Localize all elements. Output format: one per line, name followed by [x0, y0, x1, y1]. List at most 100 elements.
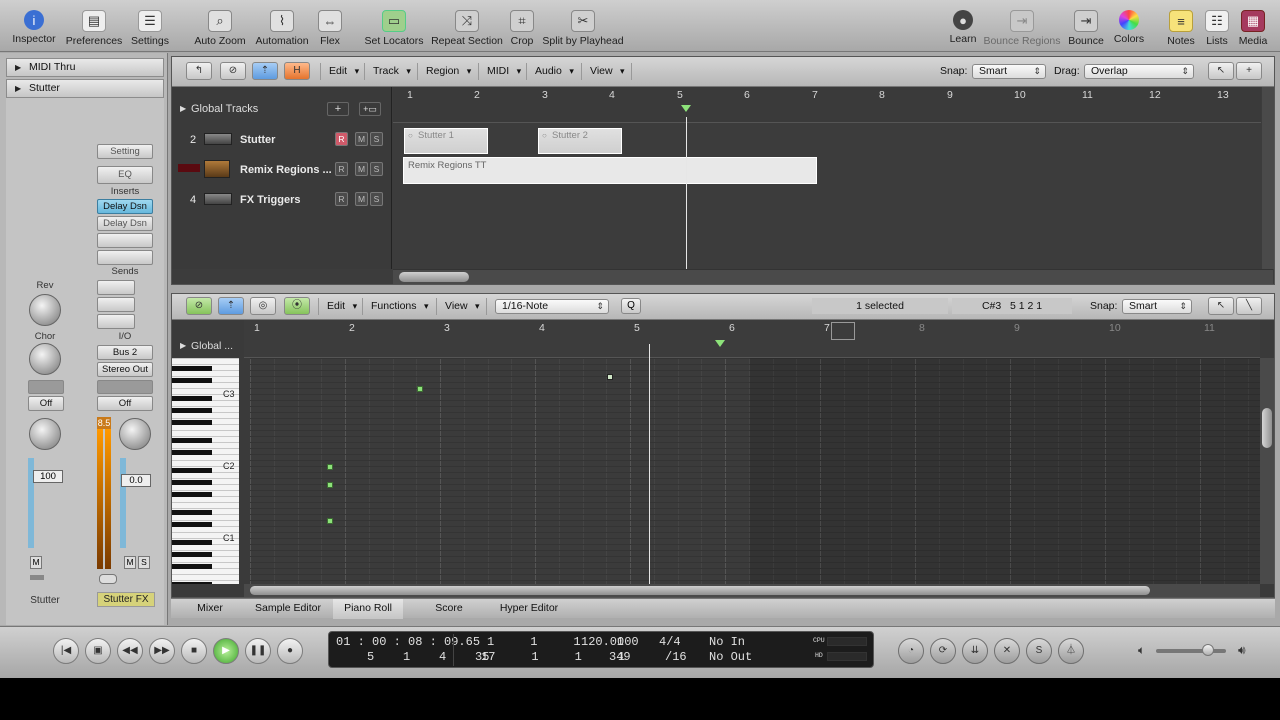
colors-button[interactable]: Colors — [1110, 0, 1148, 52]
record-icon[interactable]: ● — [277, 638, 303, 664]
volume-readout[interactable]: 100 — [33, 470, 63, 483]
track-parameters-row[interactable]: ▶ Stutter — [6, 79, 164, 98]
crop-button[interactable]: ⌗ Crop — [508, 0, 536, 52]
scroll-thumb[interactable] — [1262, 408, 1272, 448]
stop-icon[interactable]: ■ — [181, 638, 207, 664]
punch-icon[interactable]: ✕ — [994, 638, 1020, 664]
quantize-select[interactable]: 1/16-Note — [495, 299, 609, 314]
flex-button[interactable]: ⇔ Flex — [316, 0, 344, 52]
automation-off-button-fx[interactable]: Off — [97, 396, 153, 411]
insert-slot-1[interactable]: Delay Dsn — [97, 199, 153, 214]
solo-button[interactable]: S — [370, 132, 383, 146]
mute-button[interactable]: M — [30, 556, 42, 569]
chor-send-knob[interactable] — [29, 343, 61, 375]
output-slot[interactable] — [28, 380, 64, 394]
edit-menu[interactable]: Edit — [320, 63, 365, 80]
snap-select[interactable]: Smart — [1122, 299, 1192, 314]
send-slot-3[interactable] — [97, 314, 135, 329]
vertical-scrollbar[interactable] — [1262, 87, 1274, 269]
learn-button[interactable]: ● Learn — [948, 0, 978, 52]
scroll-thumb[interactable] — [250, 586, 1150, 595]
lcd-display[interactable]: 01 : 00 : 08 : 09.65 5 1 4 35 1 1 1 1 17… — [328, 631, 874, 668]
group-slot[interactable] — [97, 380, 153, 394]
pause-icon[interactable]: ❚❚ — [245, 638, 271, 664]
midi-note[interactable] — [327, 482, 333, 488]
midi-region[interactable]: ○ Stutter 2 — [538, 128, 622, 154]
view-menu[interactable]: View — [436, 298, 487, 315]
mute-button-fx[interactable]: M — [124, 556, 136, 569]
rewind-icon[interactable]: ◀◀ — [117, 638, 143, 664]
back-button[interactable]: ↰ — [186, 62, 212, 80]
master-volume-slider[interactable] — [1156, 644, 1226, 656]
midi-note-selected[interactable] — [607, 374, 613, 380]
tab-sample-editor[interactable]: Sample Editor — [249, 599, 327, 619]
send-slot-1[interactable] — [97, 280, 135, 295]
send-slot-2[interactable] — [97, 297, 135, 312]
bounce-button[interactable]: ⇥ Bounce — [1066, 0, 1106, 52]
settings-button[interactable]: ☰ Settings — [128, 0, 172, 52]
midi-thru-row[interactable]: ▶ MIDI Thru — [6, 58, 164, 77]
tab-hyper-editor[interactable]: Hyper Editor — [493, 599, 565, 619]
fast-forward-icon[interactable]: ▶▶ — [149, 638, 175, 664]
edit-menu[interactable]: Edit — [318, 298, 363, 315]
midi-note[interactable] — [327, 464, 333, 470]
link-button[interactable]: ⊘ — [186, 297, 212, 315]
pencil-tool-icon[interactable]: ╲ — [1236, 297, 1262, 315]
rev-send-knob[interactable] — [29, 294, 61, 326]
solo-icon[interactable]: S — [1026, 638, 1052, 664]
input-slot[interactable]: Bus 2 — [97, 345, 153, 360]
lists-button[interactable]: ☷ Lists — [1202, 0, 1232, 52]
add-folder-button[interactable]: +▭ — [359, 102, 381, 116]
vertical-scrollbar[interactable] — [1260, 358, 1274, 584]
mute-button[interactable]: M — [355, 162, 368, 176]
notes-button[interactable]: ≡ Notes — [1164, 0, 1198, 52]
split-by-playhead-button[interactable]: ✂ Split by Playhead — [542, 0, 624, 52]
record-enable-button[interactable]: R — [335, 192, 348, 206]
mute-button[interactable]: M — [355, 132, 368, 146]
scroll-thumb[interactable] — [399, 272, 469, 282]
catch-button[interactable]: ⇡ — [218, 297, 244, 315]
automation-button[interactable]: ⌇ Automation — [254, 0, 310, 52]
pointer-tool-icon[interactable]: ↖ — [1208, 62, 1234, 80]
auto-zoom-button[interactable]: ⌕ Auto Zoom — [192, 0, 248, 52]
pan-knob-fx[interactable] — [119, 418, 151, 450]
cycle-icon[interactable]: ⟳ — [930, 638, 956, 664]
metronome-icon[interactable]: ◔ — [898, 638, 924, 664]
tab-score[interactable]: Score — [419, 599, 479, 619]
set-locators-button[interactable]: ▭ Set Locators — [364, 0, 424, 52]
pointer-tool-icon[interactable]: ↖ — [1208, 297, 1234, 315]
catch-button[interactable]: ⇡ — [252, 62, 278, 80]
piano-roll-ruler[interactable]: 1 2 3 4 5 6 7 8 9 10 11 — [244, 320, 1260, 358]
play-icon[interactable]: ▶ — [213, 638, 239, 664]
arrange-ruler[interactable]: 1 2 3 4 5 6 7 8 9 10 11 12 13 — [393, 87, 1261, 123]
track-row[interactable]: 2 Stutter R M S — [172, 125, 391, 155]
inspector-button[interactable]: i Inspector — [8, 0, 60, 52]
add-tool-icon[interactable]: + — [1236, 62, 1262, 80]
bounce-regions-button[interactable]: ⇥ Bounce Regions — [983, 0, 1061, 52]
replace-icon[interactable]: ⇊ — [962, 638, 988, 664]
solo-button[interactable]: S — [370, 162, 383, 176]
track-row[interactable]: Remix Regions ... R M S — [172, 155, 391, 185]
tab-piano-roll[interactable]: Piano Roll — [333, 599, 403, 619]
preferences-button[interactable]: ▤ Preferences — [64, 0, 124, 52]
play-from-selection-icon[interactable]: ▣ — [85, 638, 111, 664]
region-end-marker[interactable] — [831, 322, 855, 340]
link-button[interactable]: ⊘ — [220, 62, 246, 80]
insert-slot-2[interactable]: Delay Dsn — [97, 216, 153, 231]
solo-button[interactable]: S — [370, 192, 383, 206]
tuner-icon[interactable]: ⏃ — [1058, 638, 1084, 664]
media-button[interactable]: ▦ Media — [1236, 0, 1270, 52]
repeat-section-button[interactable]: ⤨ Repeat Section — [431, 0, 503, 52]
quantize-button[interactable]: Q — [621, 298, 641, 314]
pan-knob[interactable] — [29, 418, 61, 450]
solo-button-fx[interactable]: S — [138, 556, 150, 569]
flex-mode-button[interactable]: H — [284, 62, 310, 80]
horizontal-scrollbar[interactable] — [244, 584, 1260, 597]
midi-menu[interactable]: MIDI — [478, 63, 527, 80]
midi-note[interactable] — [327, 518, 333, 524]
setting-button[interactable]: Setting — [97, 144, 153, 159]
eq-display[interactable]: EQ — [97, 166, 153, 184]
track-menu[interactable]: Track — [364, 63, 417, 80]
volume-slider-thumb[interactable] — [1202, 644, 1214, 656]
midi-region[interactable]: ○ Stutter 1 — [404, 128, 488, 154]
